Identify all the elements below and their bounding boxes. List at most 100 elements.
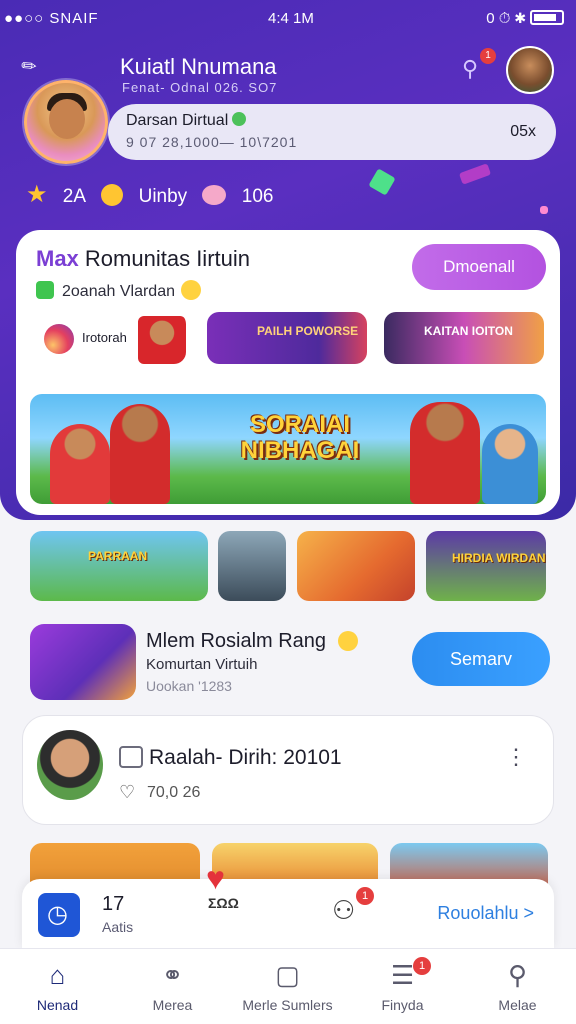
status-pill[interactable]: Darsan Dirtual 9 07 28,1000— 10\7201 05x (108, 104, 556, 160)
thumbnail[interactable]: HIRDIA WIRDAN (426, 531, 546, 601)
tab-label: Finyda (381, 997, 424, 1013)
coin-icon (101, 184, 124, 206)
edit-icon[interactable]: ✎ (17, 54, 42, 80)
user-subtitle: Fenat- Odnal 026. SO7 (122, 80, 278, 95)
mini-card-label: KAITAN IOITON (424, 324, 513, 338)
promo-banner[interactable]: SORAIAI NIBHAGAI (30, 394, 546, 504)
status-icons: 0 ⏱ ✱ (486, 10, 564, 27)
featured-meta: Uookan '1283 (146, 678, 232, 694)
heart-outline-icon[interactable]: ♡ (119, 782, 135, 803)
post-title: Raalah- Dirih: 20101 (149, 746, 342, 769)
clock-app-icon[interactable] (38, 893, 80, 937)
floating-action-bar: 17 Aatis ♥ ΣΩΩ ⚇ 1 Rouolahlu > (22, 862, 554, 949)
tab-label: Merea (152, 997, 193, 1013)
banner-title: SORAIAI NIBHAGAI (240, 411, 360, 464)
user-name: Kuiatl Nnumana (120, 54, 277, 79)
community-title-accent: Max (36, 246, 79, 271)
bottom-tab-bar: ⌂ Nenad ⚭ Merea ▢ Merle Sumlers ☰ 1 Finy… (0, 948, 576, 1024)
mini-card[interactable]: KAITAN IOITON (384, 312, 544, 364)
home-icon: ⌂ (49, 960, 66, 990)
featured-title: Mlem Rosialm Rang (146, 630, 358, 653)
chat-icon: ▢ (275, 960, 300, 990)
mini-card-label: Irotorah (82, 330, 127, 345)
notification-badge: 1 (480, 48, 496, 64)
battery-icon (530, 10, 564, 25)
news-icon: ☰ (390, 960, 415, 990)
chat-icon (36, 281, 54, 299)
search-icon: ⚲ (507, 960, 528, 990)
tab-home[interactable]: ⌂ Nenad (0, 959, 115, 1013)
tab-search[interactable]: ⚲ Melae (460, 959, 575, 1013)
post-card[interactable]: Raalah- Dirih: 20101 ♡ 70,0 26 ⋮ (22, 715, 554, 825)
status-title-text: Darsan Dirtual (126, 112, 229, 129)
heart-icon: ♥ (206, 860, 225, 896)
fb-link[interactable]: Rouolahlu > (437, 903, 534, 924)
avatar-face (49, 99, 85, 139)
status-value: 9 07 28,1000— 10\7201 (126, 134, 298, 150)
stars-count: 2A (62, 186, 87, 207)
avatar (37, 730, 103, 800)
tab-label: Nenad (36, 997, 79, 1013)
tab-label: Melae (498, 997, 537, 1013)
community-title-text: Romunitas Iirtuin (84, 246, 250, 271)
community-subtitle: 2oanah Vlardan (36, 280, 201, 301)
tab-news[interactable]: ☰ 1 Finyda (345, 957, 460, 1013)
carrier-label: ●●○○ SNAIF (4, 10, 99, 27)
featured-subtitle: Komurtan Virtuih (146, 656, 258, 673)
people-icon: ⚭ (161, 960, 184, 990)
fb-count-label: Aatis (102, 919, 134, 935)
tab-chat[interactable]: ▢ Merle Sumlers (230, 959, 345, 1013)
thumbnail[interactable] (297, 531, 415, 601)
online-dot-icon (232, 112, 247, 126)
user-badge: 1 (356, 887, 374, 905)
tab-label: Merle Sumlers (242, 997, 333, 1013)
star-icon: ★ (26, 181, 48, 208)
featured-item[interactable]: Mlem Rosialm Rang Komurtan Virtuih Uooka… (30, 624, 560, 702)
community-action-button[interactable]: Dmoenall (412, 244, 546, 290)
community-title: Max Romunitas Iirtuin (36, 246, 250, 272)
banner-figure (110, 404, 170, 504)
coins-label: Uinby (138, 186, 188, 207)
fb-count: 17 (102, 893, 125, 915)
confetti-shape (368, 168, 396, 196)
mini-card-image (138, 316, 186, 364)
status-right-value: 05x (510, 123, 536, 140)
mini-card[interactable]: PAILH POWORSE (207, 312, 367, 364)
pig-icon (202, 185, 227, 205)
mini-card[interactable]: Irotorah (36, 312, 186, 364)
clock: 4:4 1M (268, 10, 314, 27)
featured-title-text: Mlem Rosialm Rang (146, 630, 327, 652)
thumbnail[interactable]: PARRAAN (30, 531, 208, 601)
reaction-label: ΣΩΩ (208, 895, 239, 911)
banner-figure (482, 424, 538, 504)
thumbnail-label: PARRAAN (88, 549, 148, 563)
confetti-shape (540, 206, 548, 214)
smile-icon (180, 280, 201, 300)
tab-badge: 1 (413, 957, 431, 975)
tab-people[interactable]: ⚭ Merea (115, 959, 230, 1013)
calendar-icon (119, 746, 143, 768)
pigs-count: 106 (241, 186, 274, 207)
mini-cards: Irotorah PAILH POWORSE KAITAN IOITON (36, 312, 546, 366)
confetti-shape (458, 163, 492, 185)
thumbnail-row: PARRAAN HIRDIA WIRDAN (30, 531, 550, 601)
status-icons-label: 0 ⏱ ✱ (486, 10, 526, 27)
stats-row: ★ 2A Uinby 106 (26, 180, 283, 209)
profile-avatar[interactable] (24, 80, 108, 164)
reaction-button[interactable]: ♥ ΣΩΩ (206, 860, 256, 923)
account-avatar[interactable] (506, 46, 554, 94)
mini-card-label: PAILH POWORSE (257, 324, 359, 338)
featured-thumbnail (30, 624, 136, 700)
thumbnail-label: HIRDIA WIRDAN (452, 551, 546, 565)
status-title: Darsan Dirtual (126, 112, 247, 130)
status-bar: ●●○○ SNAIF 4:4 1M 0 ⏱ ✱ (0, 10, 576, 28)
more-options-icon[interactable]: ⋮ (505, 746, 527, 768)
community-subtitle-text: 2oanah Vlardan (62, 283, 175, 300)
instagram-icon (44, 324, 74, 354)
thumbnail[interactable] (218, 531, 286, 601)
banner-figure (410, 402, 480, 504)
smile-icon (337, 631, 358, 651)
banner-figure (50, 424, 110, 504)
post-count: 70,0 26 (147, 784, 201, 801)
featured-action-button[interactable]: Semarv (412, 632, 550, 686)
